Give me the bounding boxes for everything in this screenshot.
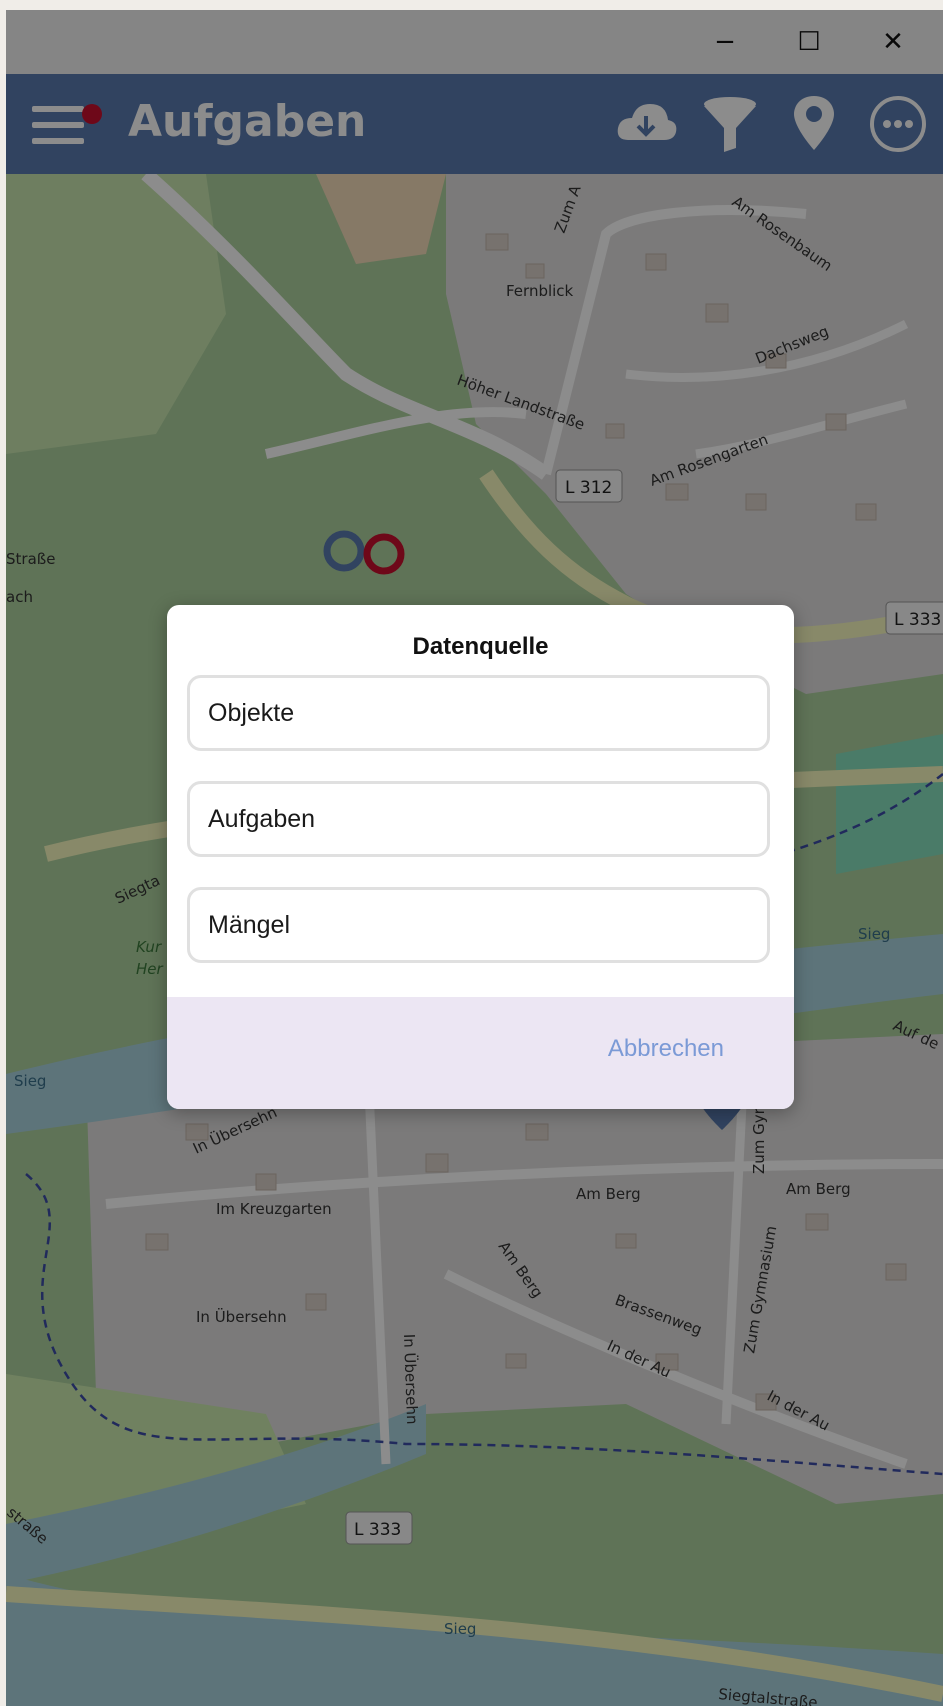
option-label: Objekte bbox=[208, 698, 295, 727]
option-maengel[interactable]: Mängel bbox=[187, 887, 770, 963]
cancel-button[interactable]: Abbrechen bbox=[608, 1035, 724, 1063]
dialog-footer: Abbrechen bbox=[167, 997, 794, 1109]
app-window: − ☐ ✕ Aufgaben Fernblick Zum A Am Rosenb… bbox=[6, 10, 943, 1706]
option-label: Aufgaben bbox=[208, 804, 316, 833]
option-objekte[interactable]: Objekte bbox=[187, 675, 770, 751]
data-source-dialog: Datenquelle Objekte Aufgaben Mängel Abbr… bbox=[167, 605, 794, 1109]
dialog-title: Datenquelle bbox=[412, 633, 549, 660]
option-label: Mängel bbox=[208, 910, 290, 939]
option-aufgaben[interactable]: Aufgaben bbox=[187, 781, 770, 857]
